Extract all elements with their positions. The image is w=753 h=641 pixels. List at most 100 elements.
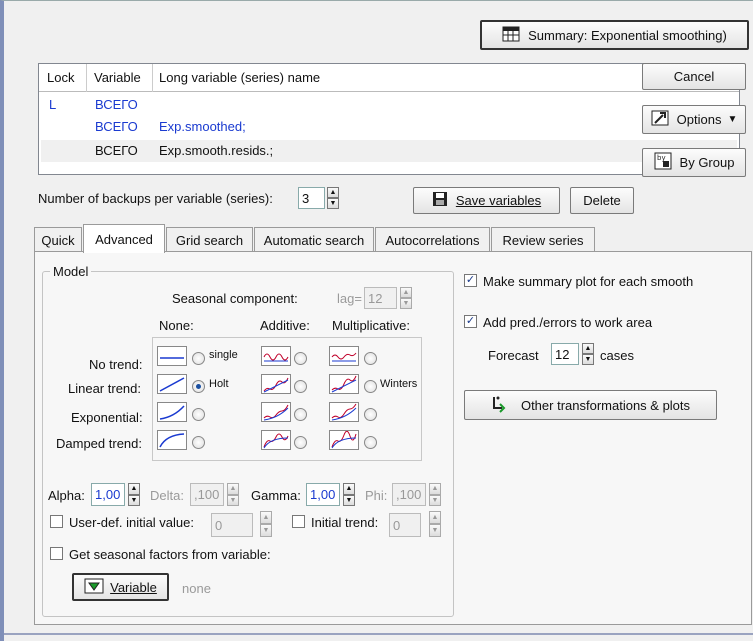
radio-additive-exponential[interactable] — [294, 408, 307, 421]
save-icon — [432, 191, 448, 210]
variable-value: none — [182, 581, 211, 596]
dropdown-arrow-icon: ▼ — [727, 114, 738, 125]
none-damped-thumbnail — [157, 430, 187, 450]
tab-label: Automatic search — [263, 232, 365, 248]
tab-automatic-search[interactable]: Automatic search — [254, 227, 374, 252]
user-initial-stepper[interactable]: ▲ ▼ — [260, 511, 272, 537]
dialog-window: Summary: Exponential smoothing) Lock Var… — [0, 0, 753, 641]
summary-button[interactable]: Summary: Exponential smoothing) — [480, 20, 749, 50]
col-multiplicative: Multiplicative: — [332, 318, 411, 333]
forecast-stepper[interactable]: ▲ ▼ — [582, 343, 594, 365]
cancel-button[interactable]: Cancel — [642, 63, 746, 90]
summary-plot-checkbox[interactable]: ✓ — [464, 274, 477, 287]
header-variable: Variable — [94, 70, 141, 85]
save-variables-button[interactable]: Save variables — [413, 187, 560, 214]
table-row[interactable]: ВСЕГО Exp.smoothed; — [39, 116, 739, 138]
table-row[interactable]: L ВСЕГО — [39, 94, 739, 116]
winters-label: Winters — [380, 378, 418, 390]
initial-trend-stepper[interactable]: ▲ ▼ — [429, 511, 441, 537]
forecast-label: Forecast — [488, 348, 539, 363]
backups-label: Number of backups per variable (series): — [38, 191, 273, 206]
tab-label: Review series — [502, 232, 584, 248]
none-no-trend-thumbnail — [157, 346, 187, 366]
summary-button-label: Summary: Exponential smoothing) — [528, 27, 727, 43]
radio-mult-damped[interactable] — [364, 436, 377, 449]
alpha-label: Alpha: — [48, 488, 85, 503]
transform-arrow-icon — [491, 395, 507, 416]
row-variable: ВСЕГО — [95, 119, 138, 134]
radio-holt[interactable] — [192, 380, 205, 393]
tab-quick[interactable]: Quick — [34, 227, 82, 252]
variable-button-label: Variable — [110, 579, 157, 595]
add-pred-label: Add pred./errors to work area — [483, 315, 653, 330]
radio-none-exponential[interactable] — [192, 408, 205, 421]
radio-single[interactable] — [192, 352, 205, 365]
lag-input[interactable]: 12 — [364, 287, 397, 309]
radio-additive-damped[interactable] — [294, 436, 307, 449]
seasonal-label: Seasonal component: — [172, 291, 298, 306]
user-initial-checkbox[interactable] — [50, 515, 63, 528]
options-button[interactable]: Options ▼ — [642, 105, 746, 134]
none-linear-thumbnail — [157, 374, 187, 394]
radio-additive-no-trend[interactable] — [294, 352, 307, 365]
radio-winters[interactable] — [364, 380, 377, 393]
tab-autocorrelations[interactable]: Autocorrelations — [375, 227, 490, 252]
additive-damped-thumbnail — [261, 430, 291, 450]
variable-icon — [84, 578, 104, 597]
other-transformations-button[interactable]: Other transformations & plots — [464, 390, 717, 420]
header-long-name: Long variable (series) name — [159, 70, 321, 85]
row-exponential: Exponential: — [71, 410, 143, 425]
row-damped-trend: Damped trend: — [56, 436, 142, 451]
delete-button-label: Delete — [583, 193, 621, 208]
tab-label: Grid search — [175, 232, 244, 248]
backups-input[interactable]: 3 — [298, 187, 325, 209]
col-none: None: — [159, 318, 194, 333]
radio-mult-no-trend[interactable] — [364, 352, 377, 365]
forecast-input[interactable]: 12 — [551, 343, 579, 365]
row-name: Exp.smooth.resids.; — [159, 143, 274, 158]
table-row[interactable]: ВСЕГО Exp.smooth.resids.; — [41, 140, 737, 162]
tab-grid-search[interactable]: Grid search — [166, 227, 253, 252]
phi-label: Phi: — [365, 488, 388, 503]
alpha-stepper[interactable]: ▲ ▼ — [128, 483, 140, 506]
row-lock: L — [49, 97, 57, 112]
variable-button[interactable]: Variable — [72, 573, 169, 601]
other-transformations-label: Other transformations & plots — [520, 397, 691, 413]
lag-stepper[interactable]: ▲ ▼ — [400, 287, 412, 309]
mult-exponential-thumbnail — [329, 402, 359, 422]
initial-trend-input[interactable]: 0 — [389, 513, 421, 537]
row-no-trend: No trend: — [89, 357, 143, 372]
initial-trend-checkbox[interactable] — [292, 515, 305, 528]
phi-input[interactable]: ,100 — [392, 483, 426, 506]
none-exponential-thumbnail — [157, 402, 187, 422]
radio-additive-linear[interactable] — [294, 380, 307, 393]
delta-input[interactable]: ,100 — [190, 483, 224, 506]
delete-button[interactable]: Delete — [570, 187, 634, 214]
mult-no-trend-thumbnail — [329, 346, 359, 366]
seasonal-factors-checkbox[interactable] — [50, 547, 63, 560]
by-group-icon: by — [654, 152, 672, 173]
variables-table[interactable]: Lock Variable Long variable (series) nam… — [38, 63, 740, 175]
row-variable: ВСЕГО — [95, 143, 138, 158]
gamma-input[interactable]: 1,00 — [306, 483, 340, 506]
single-label: single — [209, 349, 238, 361]
gamma-stepper[interactable]: ▲ ▼ — [343, 483, 355, 506]
tab-review-series[interactable]: Review series — [491, 227, 595, 252]
svg-text:by: by — [657, 154, 666, 162]
tab-advanced[interactable]: Advanced — [83, 224, 165, 253]
tab-label: Advanced — [95, 231, 153, 247]
col-additive: Additive: — [260, 318, 310, 333]
add-pred-checkbox[interactable]: ✓ — [464, 315, 477, 328]
by-group-button[interactable]: by By Group — [642, 148, 746, 177]
radio-mult-exponential[interactable] — [364, 408, 377, 421]
delta-stepper[interactable]: ▲ ▼ — [227, 483, 239, 506]
alpha-input[interactable]: 1,00 — [91, 483, 125, 506]
user-initial-input[interactable]: 0 — [211, 513, 253, 537]
row-variable: ВСЕГО — [95, 97, 138, 112]
options-icon — [651, 110, 669, 129]
backups-stepper[interactable]: ▲ ▼ — [327, 187, 339, 209]
additive-linear-thumbnail — [261, 374, 291, 394]
radio-none-damped[interactable] — [192, 436, 205, 449]
model-group-title: Model — [50, 264, 92, 279]
phi-stepper[interactable]: ▲ ▼ — [429, 483, 441, 506]
